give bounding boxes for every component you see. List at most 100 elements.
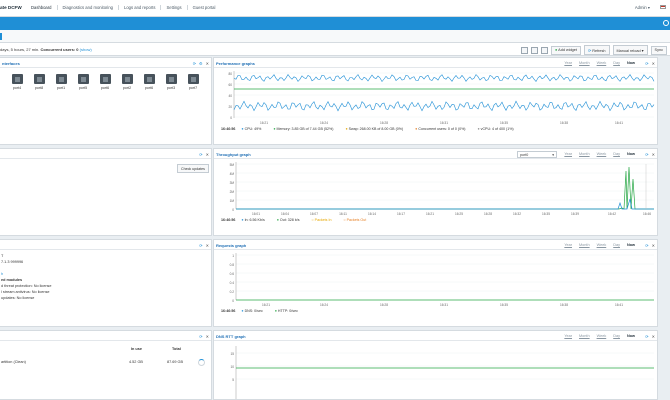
port-item[interactable]: port3	[160, 74, 182, 90]
menu-dashboard[interactable]: Dashboard	[26, 5, 58, 10]
range-now[interactable]: Now	[627, 334, 635, 338]
y-tick-label: 0.4	[230, 281, 235, 285]
legend-label: Swap: 268.00 KB of 8.00 GB (0%)	[348, 127, 404, 131]
refresh-icon[interactable]: ⟳	[199, 334, 202, 339]
x-tick-label: 16:04	[281, 212, 289, 216]
y-tick-label: 20	[228, 105, 232, 109]
range-day[interactable]: Day	[613, 334, 620, 338]
legend-in[interactable]: ● In: 6.56 Kb/s	[241, 218, 270, 222]
app-brand[interactable]: ate DCFW	[0, 5, 22, 10]
check-updates-button[interactable]: Check updates	[177, 164, 209, 173]
range-week[interactable]: Week	[597, 243, 607, 247]
close-icon[interactable]: ✕	[206, 243, 209, 248]
refresh-icon[interactable]: ⟳	[199, 243, 202, 248]
user-menu[interactable]: Admin ▾	[635, 5, 650, 10]
close-icon[interactable]: ✕	[652, 243, 655, 248]
ethernet-port-icon	[55, 74, 67, 84]
range-week[interactable]: Week	[597, 61, 607, 65]
close-icon[interactable]: ✕	[652, 334, 655, 339]
language-flag-icon[interactable]	[660, 5, 666, 9]
range-year[interactable]: Year	[564, 334, 572, 338]
y-tick-label: 10	[230, 365, 234, 369]
port-item[interactable]: port6	[138, 74, 160, 90]
legend-swap[interactable]: ● Swap: 268.00 KB of 8.00 GB (0%)	[345, 127, 409, 131]
x-tick-label: 16:28	[484, 212, 492, 216]
close-icon[interactable]: ✕	[206, 152, 209, 157]
add-widget-button[interactable]: ● Add widget	[551, 45, 581, 55]
range-day[interactable]: Day	[613, 152, 620, 156]
legend-http[interactable]: ● HTTP: 0/sec	[275, 309, 304, 313]
manual-reload-dropdown[interactable]: Manual reload ▾	[612, 45, 648, 55]
range-week[interactable]: Week	[597, 334, 607, 338]
layout-three-icon[interactable]	[541, 46, 549, 54]
y-tick-label: 2M	[230, 190, 235, 194]
range-month[interactable]: Month	[579, 152, 590, 156]
range-day[interactable]: Day	[613, 243, 620, 247]
y-tick-label: 15	[230, 352, 234, 356]
legend-label: Packets Out	[346, 218, 367, 222]
x-tick-label: 16:07	[310, 212, 318, 216]
port-item[interactable]: port4	[6, 74, 28, 90]
close-icon[interactable]: ✕	[652, 152, 655, 157]
legend-packets-out[interactable]: ○ Packets Out	[343, 218, 372, 222]
show-users-link[interactable]: (show)	[80, 47, 92, 52]
port-item[interactable]: port5	[72, 74, 94, 90]
close-icon[interactable]: ✕	[652, 61, 655, 66]
active-tab-marker[interactable]	[0, 33, 2, 40]
port-item[interactable]: port6	[94, 74, 116, 90]
legend-out[interactable]: ● Out: 328 b/s	[277, 218, 306, 222]
legend-cpu[interactable]: ● CPU: 49%	[241, 127, 267, 131]
close-icon[interactable]: ✕	[206, 334, 209, 339]
port-item[interactable]: port2	[116, 74, 138, 90]
timestamp: 16:46:56	[221, 309, 236, 313]
refresh-icon[interactable]: ⟳	[193, 61, 196, 66]
legend-dns[interactable]: ● DNS: 0/sec	[241, 309, 268, 313]
x-tick-label: 16:11	[339, 212, 347, 216]
interface-select[interactable]: port0 ▾	[517, 151, 557, 158]
ethernet-port-icon	[165, 74, 177, 84]
range-month[interactable]: Month	[579, 243, 590, 247]
legend-memory[interactable]: ● Memory: 3.85 GB of 7.44 GB (52%)	[273, 127, 339, 131]
layout-one-icon[interactable]	[521, 46, 529, 54]
close-icon[interactable]: ✕	[206, 61, 209, 66]
range-now[interactable]: Now	[627, 61, 635, 65]
range-now[interactable]: Now	[627, 152, 635, 156]
chevron-down-icon: ▾	[552, 152, 554, 157]
menu-diagnostics[interactable]: Diagnostics and monitoring	[58, 5, 120, 10]
range-year[interactable]: Year	[564, 152, 572, 156]
refresh-icon[interactable]: ⟳	[645, 243, 648, 248]
refresh-icon[interactable]: ⟳	[645, 334, 648, 339]
layout-two-icon[interactable]	[531, 46, 539, 54]
legend-concurrent[interactable]: ● Concurrent users: 0 of 0 (0%)	[415, 127, 471, 131]
menu-logs[interactable]: Logs and reports	[119, 5, 162, 10]
refresh-button[interactable]: ⟳ Refresh	[583, 45, 610, 55]
x-tick-label: 16:38	[560, 303, 568, 307]
range-month[interactable]: Month	[579, 334, 590, 338]
refresh-icon[interactable]: ⟳	[199, 152, 202, 157]
settings-gear-icon[interactable]	[663, 20, 669, 26]
add-widget-label: Add widget	[558, 48, 577, 52]
x-tick-label: 16:17	[397, 212, 405, 216]
range-now[interactable]: Now	[627, 243, 635, 247]
header-band	[0, 17, 670, 30]
panel-controls: ⟳ ✕	[642, 243, 655, 248]
sync-button[interactable]: Sync	[650, 45, 667, 55]
range-year[interactable]: Year	[564, 243, 572, 247]
menu-settings[interactable]: Settings	[161, 5, 188, 10]
range-month[interactable]: Month	[579, 61, 590, 65]
interfaces-header: nterfaces ⟳ ⚙ ✕	[0, 58, 211, 68]
y-tick-label: 0.8	[230, 263, 235, 267]
port-item[interactable]: port1	[50, 74, 72, 90]
port-item[interactable]: port7	[182, 74, 204, 90]
range-day[interactable]: Day	[613, 61, 620, 65]
legend-packets-in[interactable]: ○ Packets In	[312, 218, 338, 222]
gear-icon[interactable]: ⚙	[199, 61, 203, 66]
range-week[interactable]: Week	[597, 152, 607, 156]
legend-vcpu[interactable]: ● vCPU: 4 of 400 (1%)	[477, 127, 519, 131]
concurrent-users-value: 0	[76, 47, 79, 52]
port-item[interactable]: port8	[28, 74, 50, 90]
menu-guest-portal[interactable]: Guest portal	[188, 5, 221, 10]
refresh-icon[interactable]: ⟳	[645, 152, 648, 157]
range-year[interactable]: Year	[564, 61, 572, 65]
refresh-icon[interactable]: ⟳	[645, 61, 648, 66]
